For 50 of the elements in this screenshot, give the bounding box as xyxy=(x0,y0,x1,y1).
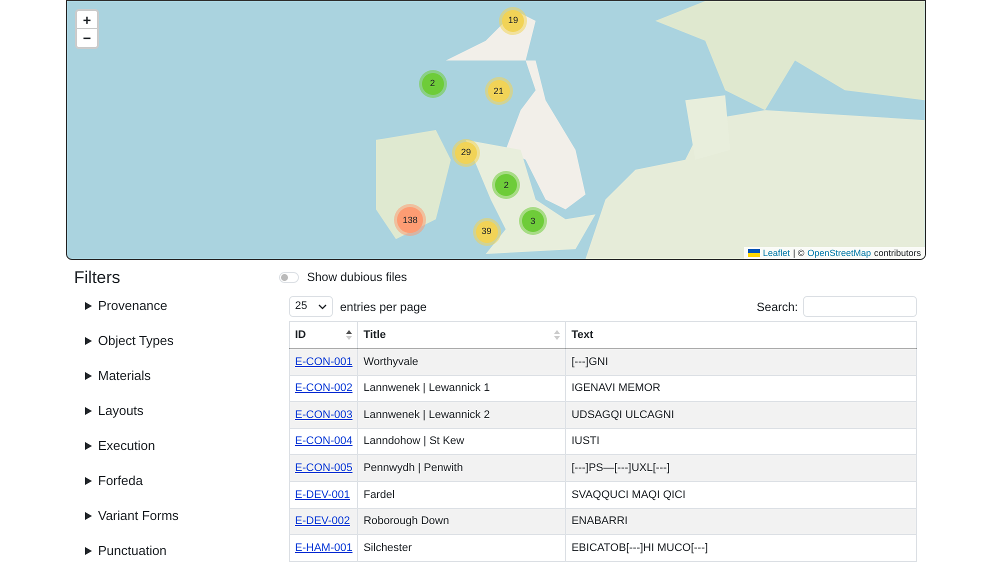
zoom-out-button[interactable]: − xyxy=(77,29,97,47)
page-length-label: entries per page xyxy=(340,298,427,316)
filter-toggle[interactable]: Object Types xyxy=(74,323,289,358)
marker-cluster[interactable]: 29 xyxy=(454,142,477,164)
marker-cluster[interactable]: 39 xyxy=(476,221,498,244)
map[interactable]: + − 19 2 21 29 2 138 3 39 Leaflet | © OpenStreetMap contributors xyxy=(66,0,926,260)
column-header[interactable]: ID xyxy=(290,322,358,348)
filter-toggle[interactable]: Forfeda xyxy=(74,463,289,498)
marker-cluster[interactable]: 2 xyxy=(422,72,444,95)
search-label: Search: xyxy=(756,298,798,316)
marker-cluster[interactable]: 19 xyxy=(502,10,524,32)
search-field[interactable] xyxy=(803,296,917,317)
caret-icon xyxy=(85,442,92,450)
text-cell: [---]PS—[---]UXL[---] xyxy=(566,454,916,482)
caret-icon xyxy=(85,476,92,484)
text-cell: [---]GNI xyxy=(566,348,916,376)
caret-icon xyxy=(85,546,92,554)
toggle-switch[interactable] xyxy=(279,272,299,282)
filter-toggle[interactable]: Layouts xyxy=(74,393,289,428)
filters-heading: Filters xyxy=(74,268,122,288)
flag-icon xyxy=(748,249,760,257)
caret-icon xyxy=(85,512,92,520)
filter-toggle[interactable]: Variant Forms xyxy=(74,498,289,533)
column-header: Text xyxy=(566,322,916,348)
caret-icon xyxy=(85,372,92,380)
zoom-in-button[interactable]: + xyxy=(77,11,97,29)
caret-icon xyxy=(85,336,92,344)
text-cell: UDSAGQI ULCAGNI xyxy=(566,402,916,428)
chevron-down-icon xyxy=(318,304,327,310)
filter-toggle[interactable]: Execution xyxy=(74,428,289,463)
caret-icon xyxy=(85,302,92,310)
caret-icon xyxy=(85,406,92,414)
title-cell: Pennwydh | Penwith xyxy=(358,454,566,482)
text-cell: EBICATOB[---]HI MUCO[---] xyxy=(566,534,916,562)
leaflet-link[interactable]: Leaflet xyxy=(762,247,790,259)
title-cell: Fardel xyxy=(358,481,566,508)
toggle-label: Show dubious files xyxy=(307,269,408,286)
attribution-separator: | © xyxy=(792,247,804,259)
filter-toggle[interactable]: Punctuation xyxy=(74,533,289,563)
openstreetmap-link[interactable]: OpenStreetMap xyxy=(807,247,871,259)
column-header[interactable]: Title xyxy=(358,322,566,348)
filter-toggle[interactable]: Materials xyxy=(74,358,289,393)
title-cell: Silchester xyxy=(358,534,566,562)
marker-cluster[interactable]: 21 xyxy=(488,80,510,102)
attribution-text: contributors xyxy=(874,247,921,259)
page-length-select[interactable]: 25 xyxy=(289,296,333,317)
filter-toggle[interactable]: Provenance xyxy=(74,288,289,323)
title-cell: Lannwenek | Lewannick 2 xyxy=(358,402,566,428)
text-cell: SVAQQUCI MAQI QICI xyxy=(566,481,916,508)
title-cell: Worthyvale xyxy=(358,348,566,376)
